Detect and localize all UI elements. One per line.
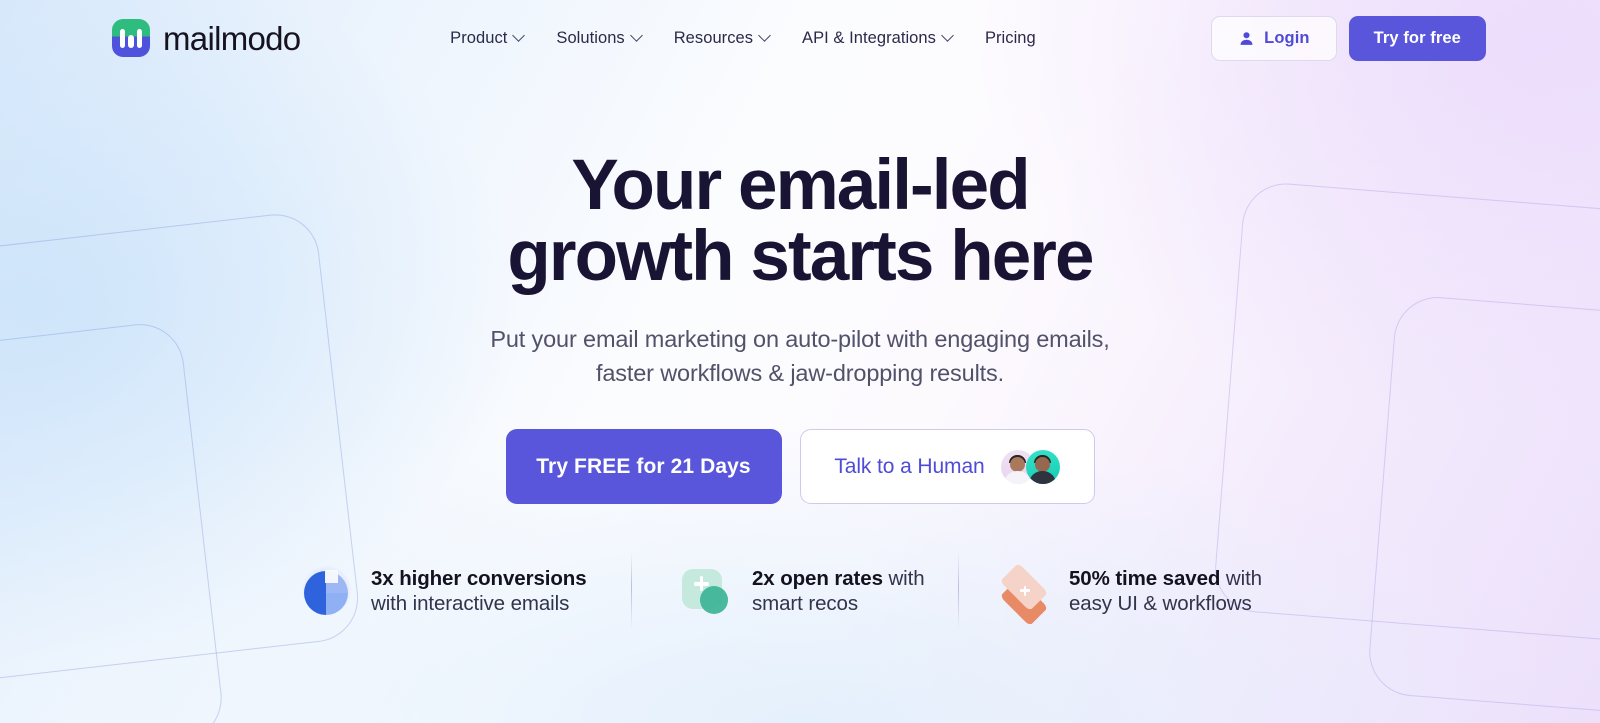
header-actions: Login Try for free: [1211, 15, 1486, 61]
stat-item-conversions: 3x higher conversions with interactive e…: [295, 552, 631, 630]
stat-highlight: 2x open rates: [752, 566, 883, 590]
stat-text: 3x higher conversions with interactive e…: [371, 566, 587, 618]
page-title: Your email-led growth starts here: [440, 150, 1160, 293]
pie-chart-icon: [299, 564, 353, 618]
stat-item-open-rates: 2x open rates with smart recos: [632, 552, 958, 630]
nav-label: Product: [450, 28, 508, 47]
try-free-21-days-button[interactable]: Try FREE for 21 Days: [505, 429, 782, 505]
stat-rest: with: [882, 566, 925, 590]
nav-label: Resources: [673, 28, 754, 47]
nav-item-resources[interactable]: Resources: [673, 28, 771, 48]
stat-text: 50% time saved with easy UI & workflows: [1069, 566, 1262, 618]
nav-item-pricing[interactable]: Pricing: [985, 29, 1036, 48]
page-root: mailmodo Product Solutions Resources API…: [0, 0, 1600, 723]
nav-item-product[interactable]: Product: [450, 28, 526, 48]
nav-item-solutions[interactable]: Solutions: [556, 28, 643, 48]
talk-to-human-label: Talk to a Human: [834, 454, 985, 478]
stat-text: 2x open rates with smart recos: [752, 566, 925, 618]
nav-item-api-integrations[interactable]: API & Integrations: [802, 28, 954, 48]
cta-row: Try FREE for 21 Days Talk to a Human: [0, 429, 1600, 505]
nav-label: Pricing: [984, 28, 1036, 47]
avatar: [1025, 449, 1060, 484]
headline-line-2: growth starts here: [507, 217, 1094, 297]
stat-detail: easy UI & workflows: [1069, 592, 1252, 616]
brand-logo[interactable]: mailmodo: [112, 19, 301, 57]
stat-highlight: 50% time saved: [1069, 566, 1221, 590]
login-button[interactable]: Login: [1211, 15, 1337, 61]
talk-to-a-human-button[interactable]: Talk to a Human: [799, 429, 1095, 505]
chevron-down-icon: [758, 28, 771, 42]
stats-row: 3x higher conversions with interactive e…: [295, 552, 1307, 631]
brand-name: mailmodo: [163, 19, 301, 57]
mailmodo-logo-icon: [112, 19, 150, 57]
login-label: Login: [1264, 28, 1310, 47]
stat-rest: with: [1220, 566, 1262, 590]
site-header: mailmodo Product Solutions Resources API…: [0, 0, 1600, 76]
chevron-down-icon: [512, 28, 526, 42]
plus-circle-icon: [680, 564, 734, 618]
nav-label: API & Integrations: [802, 28, 936, 47]
nav-label: Solutions: [556, 28, 625, 47]
chevron-down-icon: [941, 28, 954, 42]
stat-highlight: 3x higher conversions: [371, 566, 587, 590]
main-navigation: Product Solutions Resources API & Integr…: [388, 29, 1036, 48]
stat-detail: smart recos: [752, 592, 858, 616]
hero-section: Your email-led growth starts here Put yo…: [0, 76, 1600, 505]
hero-subheading: Put your email marketing on auto-pilot w…: [490, 323, 1110, 391]
headline-line-1: Your email-led: [571, 146, 1030, 225]
chevron-down-icon: [629, 28, 643, 42]
subheading-line-1: Put your email marketing on auto-pilot w…: [490, 325, 1030, 352]
layers-icon: [997, 563, 1051, 627]
stat-detail: with interactive emails: [371, 592, 570, 616]
stat-item-time-saved: 50% time saved with easy UI & workflows: [959, 552, 1307, 630]
avatar-group: [1000, 449, 1060, 484]
try-for-free-button[interactable]: Try for free: [1348, 15, 1486, 61]
person-icon: [1240, 31, 1253, 45]
